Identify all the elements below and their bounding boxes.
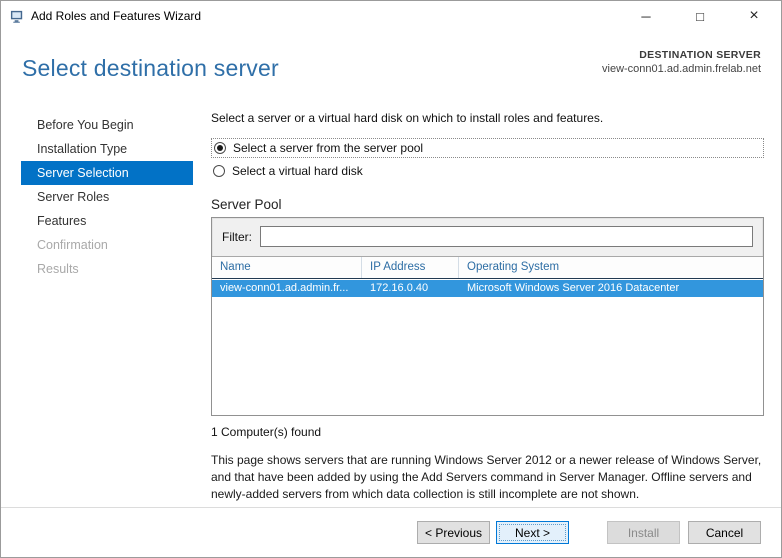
filter-label: Filter:: [222, 229, 252, 244]
table-header-row: Name IP Address Operating System: [212, 257, 763, 279]
radio-select-server-pool[interactable]: Select a server from the server pool: [211, 138, 764, 158]
server-pool-title: Server Pool: [211, 197, 282, 212]
column-header-name[interactable]: Name: [212, 257, 362, 278]
sidebar-item-confirmation: Confirmation: [37, 238, 108, 252]
radio-icon-unchecked[interactable]: [213, 165, 225, 177]
page-header: Select destination server DESTINATION SE…: [1, 31, 781, 101]
window-title: Add Roles and Features Wizard: [31, 9, 202, 23]
wizard-window: Add Roles and Features Wizard ─ □ × Sele…: [0, 0, 782, 558]
sidebar-item-server-selection[interactable]: Server Selection: [21, 161, 193, 185]
next-button[interactable]: Next >: [496, 521, 569, 544]
sidebar-item-server-roles[interactable]: Server Roles: [21, 185, 193, 209]
minimize-button[interactable]: ─: [619, 1, 673, 31]
maximize-icon: □: [696, 8, 704, 24]
radio-server-pool-label: Select a server from the server pool: [233, 141, 424, 155]
destination-server-block: DESTINATION SERVER view-conn01.ad.admin.…: [602, 49, 761, 75]
app-icon: [10, 9, 25, 24]
destination-server-value: view-conn01.ad.admin.frelab.net: [602, 63, 761, 75]
page-description: This page shows servers that are running…: [211, 453, 762, 502]
computer-count-text: 1 Computer(s) found: [211, 425, 322, 439]
table-row[interactable]: view-conn01.ad.admin.fr... 172.16.0.40 M…: [212, 280, 763, 297]
page-title: Select destination server: [22, 55, 279, 81]
cell-ip-address: 172.16.0.40: [370, 282, 429, 294]
main-content: Select a server or a virtual hard disk o…: [211, 111, 764, 503]
cancel-button[interactable]: Cancel: [688, 521, 761, 544]
intro-text: Select a server or a virtual hard disk o…: [211, 111, 604, 125]
wizard-steps-sidebar: Before You Begin Installation Type Serve…: [21, 113, 193, 281]
close-icon: ×: [749, 7, 759, 24]
server-pool-panel: Filter: Name IP Address Operating System…: [211, 217, 764, 416]
minimize-icon: ─: [641, 8, 651, 24]
radio-vhd-label: Select a virtual hard disk: [232, 164, 363, 178]
server-pool-table: Name IP Address Operating System view-co…: [212, 256, 763, 415]
destination-server-label: DESTINATION SERVER: [639, 49, 761, 61]
previous-button[interactable]: < Previous: [417, 521, 490, 544]
sidebar-item-before-you-begin[interactable]: Before You Begin: [21, 113, 193, 137]
install-button: Install: [607, 521, 680, 544]
sidebar-item-results: Results: [37, 262, 79, 276]
column-header-ip-address[interactable]: IP Address: [362, 257, 459, 278]
filter-row: Filter:: [212, 218, 763, 254]
column-header-operating-system[interactable]: Operating System: [459, 257, 763, 278]
radio-icon-checked[interactable]: [214, 142, 226, 154]
close-button[interactable]: ×: [727, 1, 781, 31]
filter-input[interactable]: [260, 226, 753, 247]
radio-select-vhd[interactable]: Select a virtual hard disk: [211, 162, 764, 180]
sidebar-item-installation-type[interactable]: Installation Type: [21, 137, 193, 161]
cell-name: view-conn01.ad.admin.fr...: [220, 282, 349, 294]
footer-button-bar: < Previous Next > Install Cancel: [1, 507, 781, 557]
title-bar: Add Roles and Features Wizard ─ □ ×: [1, 1, 781, 31]
maximize-button[interactable]: □: [673, 1, 727, 31]
cell-operating-system: Microsoft Windows Server 2016 Datacenter: [467, 282, 680, 294]
sidebar-item-features[interactable]: Features: [21, 209, 193, 233]
table-body: view-conn01.ad.admin.fr... 172.16.0.40 M…: [212, 280, 763, 415]
